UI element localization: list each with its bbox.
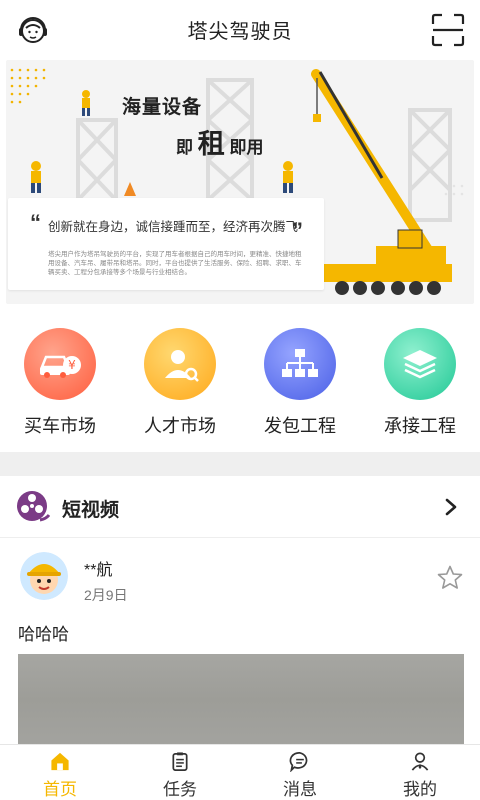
film-reel-icon: [17, 491, 50, 522]
bottom-tab-bar: 首页 任务 消息 我的: [0, 744, 480, 800]
banner-quote: 创新就在身边，诚信接踵而至，经济再次腾飞: [48, 220, 299, 234]
headset-avatar-icon[interactable]: [16, 12, 50, 46]
tab-label: 首页: [43, 780, 77, 799]
section-divider: [0, 452, 480, 476]
tab-messages[interactable]: 消息: [240, 745, 360, 800]
worker-figure-2: [31, 161, 41, 193]
tab-home[interactable]: 首页: [0, 745, 120, 800]
shortcut-grid: ¥ 买车市场 人才市场 发包工程 承接工程: [0, 318, 480, 452]
open-quote-icon: “: [30, 210, 41, 235]
tab-label: 任务: [163, 780, 197, 799]
banner-tagline-1: 海量设备: [122, 97, 203, 118]
post-username: **航: [84, 562, 113, 579]
shortcut-label: 买车市场: [24, 416, 96, 436]
post-text: 哈哈哈: [18, 625, 69, 644]
banner-fine-print: 塔尖用户作为塔吊驾驶员的平台，实现了用车者根据自己的用车时间，更精准、快捷地租用…: [48, 251, 302, 276]
scan-icon[interactable]: [430, 12, 466, 48]
crane-illustration: [311, 69, 452, 295]
shortcut-label: 人才市场: [144, 416, 216, 436]
close-quote-icon: ”: [292, 218, 303, 243]
short-video-section-header[interactable]: 短视频: [0, 476, 480, 538]
org-chart-icon: [264, 328, 336, 400]
tab-label: 消息: [283, 780, 317, 799]
tab-tasks[interactable]: 任务: [120, 745, 240, 800]
car-market-icon: ¥: [24, 328, 96, 400]
tagline-prefix: 即: [176, 138, 193, 157]
banner-quote-card: “ 创新就在身边，诚信接踵而至，经济再次腾飞 ” 塔尖用户作为塔吊驾驶员的平台，…: [8, 198, 324, 290]
home-icon: [51, 752, 69, 771]
clipboard-icon: [172, 752, 188, 771]
shortcut-post-project[interactable]: 发包工程: [240, 328, 360, 438]
tab-label: 我的: [403, 780, 437, 799]
svg-text:¥: ¥: [68, 358, 76, 372]
talent-icon: [144, 328, 216, 400]
promo-banner[interactable]: 海量设备 即 租 即用 “ 创新就在身边，诚信接踵而至，经济再次腾飞 ” 塔尖用…: [6, 60, 474, 304]
video-post[interactable]: **航 2月9日 哈哈哈: [0, 538, 480, 746]
post-video-thumbnail[interactable]: [18, 654, 464, 746]
app-header: 塔尖驾驶员: [0, 0, 480, 58]
shortcut-label: 承接工程: [384, 416, 456, 436]
shortcut-label: 发包工程: [264, 416, 336, 436]
worker-figure-1: [82, 90, 90, 116]
worker-figure-3: [283, 161, 293, 193]
post-date: 2月9日: [84, 587, 128, 603]
chevron-right-icon[interactable]: [442, 497, 460, 517]
layers-icon: [384, 328, 456, 400]
page-title: 塔尖驾驶员: [187, 20, 293, 43]
shortcut-talent-market[interactable]: 人才市场: [120, 328, 240, 438]
avatar[interactable]: [20, 552, 68, 600]
banner-tagline-2: 即 租 即用: [176, 122, 263, 161]
shortcut-take-project[interactable]: 承接工程: [360, 328, 480, 438]
message-icon: [289, 752, 308, 772]
section-title: 短视频: [62, 500, 120, 521]
user-icon: [411, 752, 429, 771]
tagline-suffix: 即用: [229, 138, 264, 157]
shortcut-car-market[interactable]: ¥ 买车市场: [0, 328, 120, 438]
star-icon[interactable]: [436, 564, 464, 592]
tab-mine[interactable]: 我的: [360, 745, 480, 800]
tagline-big-char: 租: [197, 129, 225, 159]
